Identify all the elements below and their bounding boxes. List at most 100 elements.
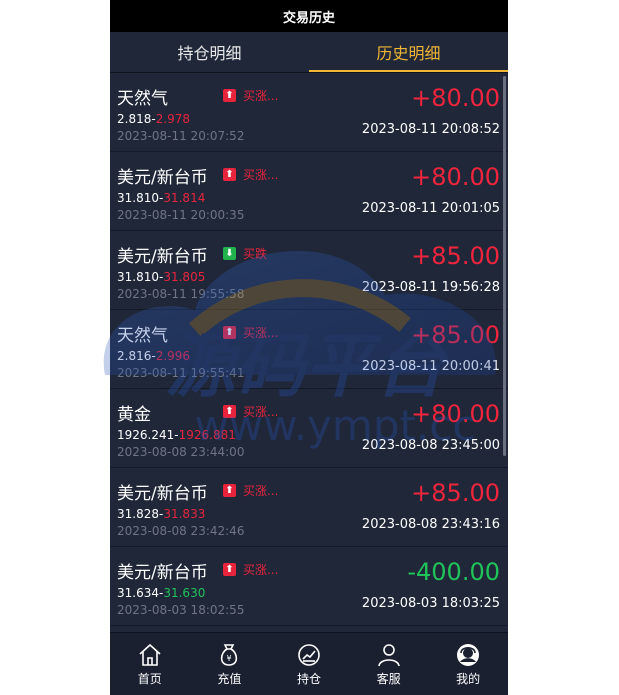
price-range: 1926.241-1926.881 bbox=[117, 428, 236, 442]
instrument-name: 美元/新台币 bbox=[117, 168, 208, 188]
trade-list: 天然气 ⬆ 买涨... 2.818-2.978 2023-08-11 20:07:52 +… bbox=[110, 73, 508, 633]
close-price: 1926.881 bbox=[178, 428, 236, 442]
nav-home[interactable]: 首页 bbox=[110, 633, 190, 695]
open-time: 2023-08-11 19:55:41 bbox=[117, 366, 245, 380]
close-price: 2.978 bbox=[155, 112, 191, 126]
open-price: 31.810 bbox=[117, 191, 159, 205]
direction-label: 买跌 bbox=[243, 247, 268, 261]
trade-row[interactable]: 美元/新台币 ⬆ 买涨... 31.634-31.630 2023-08-03 18:0… bbox=[110, 547, 508, 626]
direction-badge: ⬆ 买涨... bbox=[223, 324, 278, 341]
open-time: 2023-08-08 23:42:46 bbox=[117, 524, 245, 538]
open-time: 2023-08-08 23:44:00 bbox=[117, 445, 245, 459]
instrument-name: 美元/新台币 bbox=[117, 247, 208, 267]
trade-row[interactable]: 黄金 ⬆ 买涨... 1926.241-1926.881 2023-08-08 23:4… bbox=[110, 389, 508, 468]
profit-amount: +80.00 bbox=[411, 84, 500, 112]
arrow-up-icon: ⬆ bbox=[223, 405, 236, 418]
nav-positions-label: 持仓 bbox=[296, 671, 321, 686]
nav-recharge-label: 充值 bbox=[217, 671, 242, 686]
title-bar: 交易历史 bbox=[110, 0, 508, 32]
arrow-up-icon: ⬆ bbox=[223, 89, 236, 102]
price-range: 31.828-31.833 bbox=[117, 507, 206, 521]
close-price: 31.805 bbox=[163, 270, 206, 284]
phone-screen: 交易历史 持仓明细 历史明细 天然气 ⬆ 买涨... 2.818-2.978 2023-… bbox=[110, 0, 508, 695]
open-price: 2.818 bbox=[117, 112, 152, 126]
tab-positions[interactable]: 持仓明细 bbox=[110, 32, 309, 72]
profit-amount: -400.00 bbox=[407, 558, 500, 586]
profit-amount: +85.00 bbox=[411, 321, 500, 349]
avatar-icon bbox=[457, 643, 480, 666]
close-time: 2023-08-08 23:45:00 bbox=[361, 438, 500, 453]
arrow-up-icon: ⬆ bbox=[223, 326, 236, 339]
instrument-name: 美元/新台币 bbox=[117, 563, 208, 583]
price-range: 2.818-2.978 bbox=[117, 112, 191, 126]
arrow-up-icon: ⬆ bbox=[223, 563, 236, 576]
direction-label: 买涨... bbox=[243, 484, 279, 498]
open-price: 31.810 bbox=[117, 270, 159, 284]
profit-amount: +80.00 bbox=[411, 400, 500, 428]
direction-badge: ⬆ 买涨... bbox=[223, 87, 278, 104]
nav-mine[interactable]: 我的 bbox=[428, 633, 508, 695]
home-icon bbox=[139, 643, 161, 666]
direction-badge: ⬇ 买跌 bbox=[223, 245, 267, 262]
close-time: 2023-08-08 23:43:16 bbox=[361, 517, 500, 532]
instrument-name: 黄金 bbox=[117, 405, 151, 425]
profit-amount: +80.00 bbox=[411, 163, 500, 191]
direction-badge: ⬆ 买涨... bbox=[223, 166, 278, 183]
close-price: 31.833 bbox=[163, 507, 206, 521]
close-time: 2023-08-11 19:56:28 bbox=[361, 280, 500, 295]
close-time: 2023-08-03 18:03:25 bbox=[361, 596, 500, 611]
direction-label: 买涨... bbox=[243, 326, 279, 340]
direction-badge: ⬆ 买涨... bbox=[223, 561, 278, 578]
arrow-down-icon: ⬇ bbox=[223, 247, 236, 260]
close-price: 31.630 bbox=[163, 586, 206, 600]
open-time: 2023-08-03 18:02:55 bbox=[117, 603, 245, 617]
close-price: 31.814 bbox=[163, 191, 206, 205]
instrument-name: 美元/新台币 bbox=[117, 484, 208, 504]
arrow-up-icon: ⬆ bbox=[223, 484, 236, 497]
trade-row[interactable]: 天然气 ⬆ 买涨... 2.818-2.978 2023-08-11 20:07:52 +… bbox=[110, 73, 508, 152]
svg-text:¥: ¥ bbox=[227, 654, 232, 663]
profit-amount: +85.00 bbox=[411, 479, 500, 507]
open-price: 31.828 bbox=[117, 507, 159, 521]
close-price: 2.996 bbox=[155, 349, 191, 363]
trade-row[interactable]: 美元/新台币 ⬆ 买涨... 31.810-31.814 2023-08-11 20:0… bbox=[110, 152, 508, 231]
trade-row[interactable]: 天然气 ⬆ 买涨... 2.816-2.996 2023-08-11 19:55:41 +… bbox=[110, 310, 508, 389]
open-time: 2023-08-11 20:07:52 bbox=[117, 129, 245, 143]
tab-bar: 持仓明细 历史明细 bbox=[110, 32, 508, 73]
nav-mine-label: 我的 bbox=[456, 671, 481, 686]
direction-label: 买涨... bbox=[243, 89, 279, 103]
instrument-name: 天然气 bbox=[117, 326, 168, 346]
person-icon bbox=[377, 643, 400, 666]
direction-label: 买涨... bbox=[243, 405, 279, 419]
page-title: 交易历史 bbox=[282, 10, 335, 26]
open-price: 31.634 bbox=[117, 586, 159, 600]
direction-badge: ⬆ 买涨... bbox=[223, 403, 278, 420]
close-time: 2023-08-11 20:00:41 bbox=[361, 359, 500, 374]
nav-service-label: 客服 bbox=[376, 671, 401, 686]
price-range: 31.810-31.814 bbox=[117, 191, 206, 205]
trade-row[interactable]: 美元/新台币 ⬆ 买涨... 31.828-31.833 2023-08-08 23:4… bbox=[110, 468, 508, 547]
nav-service[interactable]: 客服 bbox=[349, 633, 429, 695]
close-time: 2023-08-11 20:01:05 bbox=[361, 201, 500, 216]
money-bag-icon: ¥ bbox=[221, 643, 238, 666]
profit-amount: +85.00 bbox=[411, 242, 500, 270]
nav-home-label: 首页 bbox=[137, 671, 162, 686]
open-time: 2023-08-11 19:55:58 bbox=[117, 287, 245, 301]
direction-label: 买涨... bbox=[243, 168, 279, 182]
nav-positions[interactable]: 持仓 bbox=[269, 633, 349, 695]
chart-icon bbox=[298, 643, 320, 666]
tab-history-label: 历史明细 bbox=[376, 44, 441, 63]
open-time: 2023-08-11 20:00:35 bbox=[117, 208, 245, 222]
price-range: 31.634-31.630 bbox=[117, 586, 206, 600]
direction-label: 买涨... bbox=[243, 563, 279, 577]
arrow-up-icon: ⬆ bbox=[223, 168, 236, 181]
tab-positions-label: 持仓明细 bbox=[177, 44, 242, 63]
price-range: 31.810-31.805 bbox=[117, 270, 206, 284]
scrollbar[interactable] bbox=[503, 76, 506, 456]
price-range: 2.816-2.996 bbox=[117, 349, 191, 363]
tab-history[interactable]: 历史明细 bbox=[309, 32, 508, 72]
open-price: 2.816 bbox=[117, 349, 152, 363]
trade-row[interactable]: 美元/新台币 ⬇ 买跌 31.810-31.805 2023-08-11 19:55:5… bbox=[110, 231, 508, 310]
open-price: 1926.241 bbox=[117, 428, 175, 442]
nav-recharge[interactable]: ¥ 充值 bbox=[190, 633, 270, 695]
